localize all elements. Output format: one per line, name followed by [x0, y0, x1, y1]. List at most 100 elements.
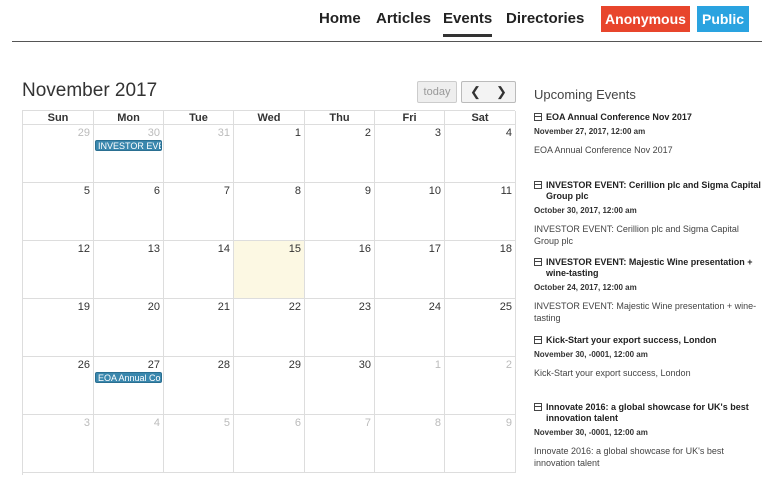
nav-directories[interactable]: Directories	[506, 10, 584, 27]
calendar-event[interactable]: EOA Annual Conf	[95, 372, 162, 383]
day-cell[interactable]: 20	[94, 299, 164, 357]
day-number: 28	[217, 359, 230, 371]
day-cell[interactable]: 24	[375, 299, 445, 357]
next-month-button[interactable]: ❯	[488, 81, 516, 103]
day-cell[interactable]: 11	[445, 183, 516, 241]
nav-home[interactable]: Home	[319, 10, 361, 27]
top-navigation: Home Articles Events Directories Anonymo…	[0, 0, 770, 42]
day-number: 3	[83, 417, 90, 429]
event-date: November 30, -0001, 12:00 am	[534, 428, 648, 437]
event-title: INVESTOR EVENT: Majestic Wine presentati…	[546, 257, 753, 278]
day-number: 29	[288, 359, 301, 371]
day-cell[interactable]: 6	[94, 183, 164, 241]
day-cell[interactable]: 5	[23, 183, 94, 241]
day-number: 12	[77, 243, 90, 255]
day-number: 21	[217, 301, 230, 313]
event-title-link[interactable]: Innovate 2016: a global showcase for UK'…	[534, 402, 764, 424]
chevron-right-icon: ❯	[496, 84, 507, 99]
event-date: November 30, -0001, 12:00 am	[534, 350, 648, 359]
day-cell[interactable]: 18	[445, 241, 516, 299]
day-cell[interactable]: 3	[375, 125, 445, 183]
day-number: 23	[358, 301, 371, 313]
day-number: 8	[294, 185, 301, 197]
day-cell[interactable]: 7	[164, 183, 234, 241]
day-cell[interactable]: 8	[234, 183, 305, 241]
day-number: 16	[358, 243, 371, 255]
day-cell[interactable]: 2	[445, 357, 516, 415]
day-cell[interactable]: 7	[305, 415, 375, 473]
day-cell[interactable]: 5	[164, 415, 234, 473]
weekday-header: Mon	[94, 111, 164, 125]
day-number: 10	[428, 185, 441, 197]
event-title-link[interactable]: INVESTOR EVENT: Cerillion plc and Sigma …	[534, 180, 764, 202]
day-cell[interactable]: 15	[234, 241, 305, 299]
day-cell[interactable]: 26	[23, 357, 94, 415]
day-number: 11	[500, 185, 512, 197]
day-cell[interactable]: 25	[445, 299, 516, 357]
day-cell[interactable]: 30INVESTOR EVENT	[94, 125, 164, 183]
day-cell[interactable]: 1	[375, 357, 445, 415]
day-cell[interactable]: 2	[305, 125, 375, 183]
event-title: EOA Annual Conference Nov 2017	[546, 112, 692, 122]
day-cell[interactable]: 4	[445, 125, 516, 183]
day-number: 14	[217, 243, 230, 255]
day-cell[interactable]: 9	[445, 415, 516, 473]
weekday-header: Wed	[234, 111, 305, 125]
day-cell[interactable]: 21	[164, 299, 234, 357]
day-cell[interactable]: 29	[23, 125, 94, 183]
day-number: 13	[147, 243, 160, 255]
day-cell[interactable]: 4	[94, 415, 164, 473]
event-title: Kick-Start your export success, London	[546, 335, 717, 345]
day-cell[interactable]: 12	[23, 241, 94, 299]
day-cell[interactable]: 16	[305, 241, 375, 299]
day-cell[interactable]: 1	[234, 125, 305, 183]
calendar-icon	[534, 258, 542, 266]
day-cell[interactable]: 22	[234, 299, 305, 357]
prev-month-button[interactable]: ❮	[461, 81, 490, 103]
day-cell[interactable]: 9	[305, 183, 375, 241]
event-title-link[interactable]: Kick-Start your export success, London	[534, 335, 764, 346]
day-cell[interactable]: 29	[234, 357, 305, 415]
upcoming-event-item: Kick-Start your export success, London No…	[534, 335, 764, 379]
day-cell[interactable]: 10	[375, 183, 445, 241]
day-number: 31	[217, 127, 230, 139]
day-cell[interactable]: 17	[375, 241, 445, 299]
day-cell[interactable]: 8	[375, 415, 445, 473]
day-number: 1	[434, 359, 441, 371]
nav-articles[interactable]: Articles	[376, 10, 431, 27]
day-number: 29	[77, 127, 90, 139]
day-number: 1	[294, 127, 301, 139]
day-cell[interactable]: 19	[23, 299, 94, 357]
public-button[interactable]: Public	[697, 6, 749, 32]
day-cell[interactable]: 30	[305, 357, 375, 415]
day-cell[interactable]: 27 EOA Annual Conf	[94, 357, 164, 415]
day-number: 18	[499, 243, 512, 255]
day-number: 7	[223, 185, 230, 197]
upcoming-event-item: INVESTOR EVENT: Majestic Wine presentati…	[534, 257, 764, 324]
day-cell[interactable]: 28	[164, 357, 234, 415]
chevron-left-icon: ❮	[470, 84, 481, 99]
day-number: 7	[364, 417, 371, 429]
day-number: 5	[83, 185, 90, 197]
event-title-link[interactable]: INVESTOR EVENT: Majestic Wine presentati…	[534, 257, 764, 279]
day-number: 17	[428, 243, 441, 255]
event-date: October 24, 2017, 12:00 am	[534, 283, 637, 292]
day-number: 8	[434, 417, 441, 429]
day-number: 2	[364, 127, 371, 139]
day-cell[interactable]: 23	[305, 299, 375, 357]
nav-events[interactable]: Events	[443, 10, 493, 37]
day-number: 9	[505, 417, 512, 429]
anonymous-button[interactable]: Anonymous	[601, 6, 690, 32]
event-date: November 27, 2017, 12:00 am	[534, 127, 646, 136]
day-cell[interactable]: 13	[94, 241, 164, 299]
day-cell[interactable]: 3	[23, 415, 94, 473]
today-button[interactable]: today	[417, 81, 457, 103]
day-cell[interactable]: 6	[234, 415, 305, 473]
day-number: 25	[499, 301, 512, 313]
day-cell[interactable]: 31	[164, 125, 234, 183]
calendar-event[interactable]: INVESTOR EVENT	[95, 140, 162, 151]
day-number: 9	[364, 185, 371, 197]
event-title-link[interactable]: EOA Annual Conference Nov 2017	[534, 112, 764, 123]
day-cell[interactable]: 14	[164, 241, 234, 299]
weekday-header: Sat	[445, 111, 516, 125]
